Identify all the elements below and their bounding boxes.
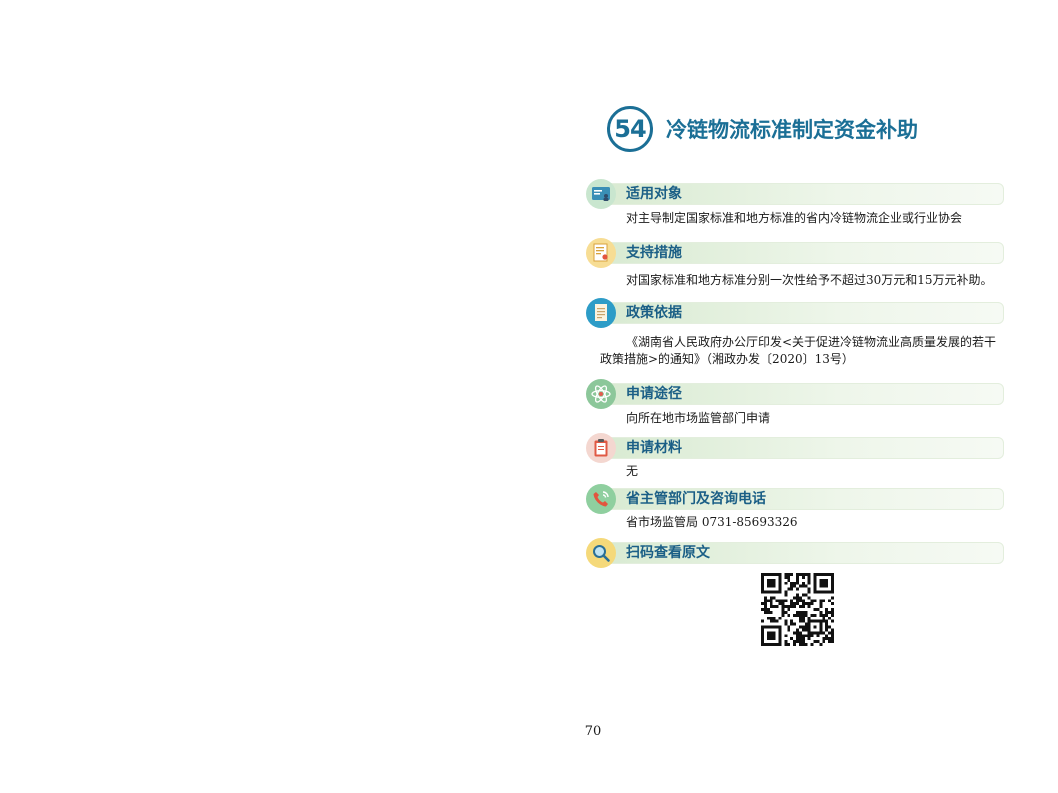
section-number: 54: [614, 115, 646, 143]
page-number: 70: [584, 724, 602, 739]
section-text: 向所在地市场监管部门申请: [626, 411, 771, 425]
atom-icon: [586, 379, 616, 409]
section-text: 省市场监管局 0731-85693326: [626, 515, 798, 529]
section-label: 支持措施: [626, 245, 682, 261]
qr-code[interactable]: [761, 573, 834, 646]
page-title: 冷链物流标准制定资金补助: [666, 118, 918, 142]
magnifier-icon: [586, 538, 616, 568]
section-label: 申请材料: [626, 440, 682, 456]
section-text: 《湖南省人民政府办公厅印发<关于促进冷链物流业高质量发展的若干: [626, 335, 997, 349]
section-text: 无: [626, 464, 639, 478]
id-card-icon: [586, 179, 616, 209]
phone-icon: [586, 484, 616, 514]
section-label: 申请途径: [626, 386, 682, 402]
section-label: 扫码查看原文: [626, 545, 710, 561]
clipboard-icon: [586, 433, 616, 463]
section-text: 对主导制定国家标准和地方标准的省内冷链物流企业或行业协会: [626, 211, 963, 225]
section-label: 省主管部门及咨询电话: [626, 491, 766, 507]
certificate-icon: [586, 238, 616, 268]
section-label: 政策依据: [626, 305, 682, 321]
section-label: 适用对象: [626, 186, 682, 202]
section-text: 对国家标准和地方标准分别一次性给予不超过30万元和15万元补助。: [626, 273, 993, 287]
document-icon: [586, 298, 616, 328]
section-text: 政策措施>的通知》（湘政办发〔2020〕13号）: [600, 352, 854, 366]
section-number-badge: 54: [607, 106, 653, 152]
